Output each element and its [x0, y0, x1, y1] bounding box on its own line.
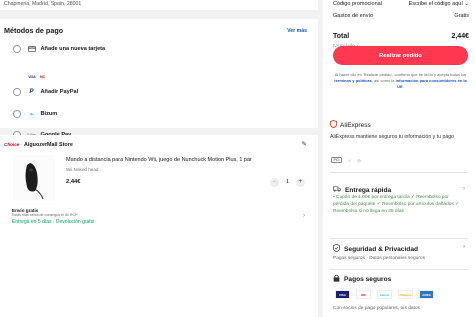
paypal-icon: P [29, 89, 34, 95]
shield-icon [330, 119, 337, 130]
lock-icon [333, 274, 340, 284]
product-title[interactable]: Mando a distancia para Nintendo Wii, jue… [66, 157, 252, 163]
payment-option-label: Añade una nueva tarjeta [40, 46, 106, 52]
legal-text: Al hacer clic en 'Realizar pedido', conf… [334, 72, 467, 89]
quantity-increase-button[interactable]: + [296, 178, 305, 187]
trust-card: AliExpress AliExpress mantiene seguros t… [323, 113, 475, 317]
card-brand-logos: VISA MC [27, 74, 46, 79]
see-more-link[interactable]: Ver más [287, 28, 307, 34]
shipping-eta: Entrega en 5 días · Devolución gratis [12, 219, 95, 225]
total-row: Total 2,44€ [333, 33, 469, 40]
secure-badge-icon: ◎ [357, 157, 361, 163]
delivery-guarantees: • Cupón de 1,00€ por entrega tardía ✓ Re… [333, 195, 460, 215]
quantity-value: 1 [286, 179, 290, 185]
product-price: 2,44€ [66, 179, 81, 185]
shield-check-icon [333, 244, 340, 254]
mastercard-logo-icon: MC [356, 290, 371, 299]
total-label: Total [333, 33, 350, 40]
payment-methods-card: Métodos de pago Ver más Añade una nueva … [0, 19, 318, 139]
aliexpress-description: AliExpress mantiene seguros tu informaci… [330, 134, 454, 140]
mastercard-logo-icon: MC [40, 74, 45, 79]
payment-logos: VISA MC bizum Afterpay AMEX [335, 290, 434, 299]
payment-option-label: Añadir PayPal [40, 89, 79, 95]
payment-option-paypal[interactable]: P Añadir PayPal [13, 86, 78, 98]
radio-bizum[interactable] [13, 110, 21, 118]
address-line: Chapineria, Madrid, Spain, 28001 [4, 1, 82, 7]
divider [330, 269, 468, 270]
security-badges: PCI ✓ ◎ [331, 157, 361, 163]
divider [330, 238, 468, 239]
shipping-row: Gastos de envío Gratis [333, 13, 469, 19]
terms-link[interactable]: términos y políticas [334, 78, 372, 83]
divider [330, 172, 468, 173]
choice-badge: Choice [4, 142, 20, 147]
place-order-button[interactable]: Realizar pedido [333, 46, 468, 65]
bizum-logo-icon: bizum [377, 290, 392, 299]
promo-label: Código promocional [333, 1, 382, 7]
visa-logo-icon: VISA [335, 290, 350, 299]
truck-icon [333, 186, 341, 194]
radio-paypal[interactable] [13, 88, 21, 96]
fast-delivery-title[interactable]: Entrega rápida [333, 186, 391, 194]
payment-option-card[interactable]: Añade una nueva tarjeta [13, 43, 105, 55]
shipping-save-note: Estás más cerca de conseguir el 80 RCP [12, 213, 78, 217]
payments-caption: Con socios de pago populares, tus datos [333, 306, 420, 311]
verified-badge-icon: ✓ [348, 157, 352, 163]
chevron-right-icon[interactable]: › [463, 186, 465, 192]
card-icon [27, 46, 37, 52]
aliexpress-brand: AliExpress [340, 121, 371, 129]
promo-row[interactable]: Código promocional Escribe el código aqu… [333, 1, 469, 7]
edit-icon[interactable]: ✎ [302, 140, 307, 148]
quantity-decrease-button[interactable]: − [270, 178, 279, 187]
product-variant: Wii Naked head [66, 167, 99, 172]
security-privacy-title[interactable]: Seguridad & Privacidad [333, 244, 418, 254]
afterpay-logo-icon: Afterpay [398, 290, 413, 299]
privacy-lines: Pagos seguros · Datos personales seguros [333, 256, 425, 261]
consumer-info-link[interactable]: información para consumidores en la UE [396, 78, 467, 89]
radio-card[interactable] [13, 45, 21, 53]
address-card: Chapineria, Madrid, Spain, 28001 [0, 0, 318, 10]
store-name[interactable]: AiguozerMall Store [24, 142, 73, 148]
bizum-icon: ⌁ [29, 111, 34, 118]
total-value: 2,44€ [451, 33, 469, 40]
amex-logo-icon: AMEX [419, 290, 434, 299]
secure-payments-title: Pagos seguros [333, 274, 391, 284]
promo-input[interactable]: Escribe el código aquí ⌄ [409, 1, 469, 7]
chevron-right-icon[interactable]: › [463, 244, 465, 250]
payment-option-label: Bizum [40, 111, 58, 117]
payment-methods-title: Métodos de pago [4, 26, 64, 35]
pci-badge-icon: PCI [331, 157, 342, 163]
chevron-down-icon: ⌄ [464, 1, 469, 7]
aliexpress-header: AliExpress [330, 119, 371, 130]
visa-logo-icon: VISA [28, 74, 36, 79]
payment-option-bizum[interactable]: ⌁ Bizum [13, 108, 57, 120]
shipping-label: Gastos de envío [333, 13, 374, 19]
chevron-right-icon[interactable]: › [303, 213, 305, 219]
product-image[interactable] [13, 155, 55, 201]
store-card: Choice AiguozerMall Store ✎ Mando a dist… [0, 135, 318, 317]
shipping-value: Gratis [454, 13, 469, 19]
